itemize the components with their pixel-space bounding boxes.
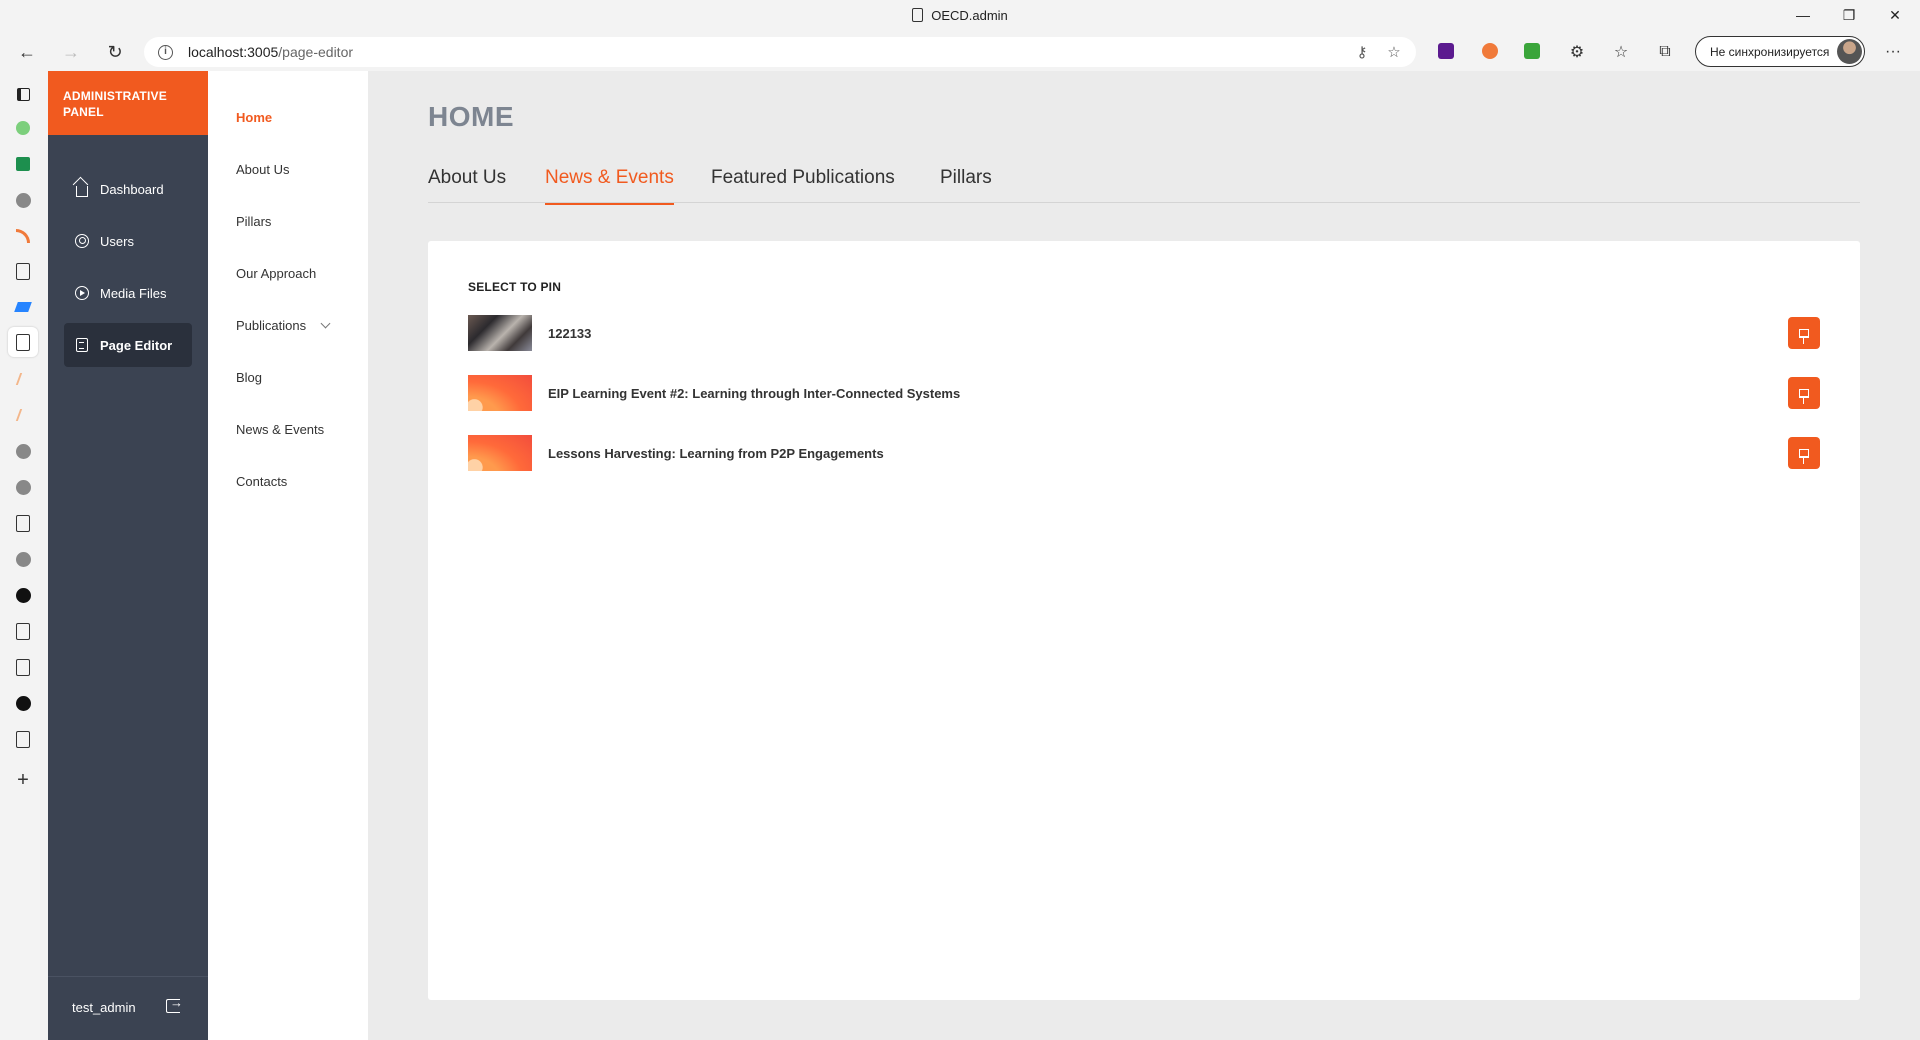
tab-github-icon-4[interactable]: [14, 550, 32, 568]
page-item-our-approach[interactable]: Our Approach: [236, 266, 316, 281]
address-bar[interactable]: i localhost:3005/page-editor ⚷ ☆: [144, 37, 1416, 67]
nav-dashboard[interactable]: Dashboard: [64, 167, 192, 211]
page-item-blog[interactable]: Blog: [236, 370, 262, 385]
page-item-home[interactable]: Home: [236, 110, 272, 125]
page-title: HOME: [428, 101, 514, 132]
pin-button[interactable]: [1788, 317, 1820, 349]
restore-button[interactable]: ❐: [1826, 0, 1872, 30]
tab-github-icon-2[interactable]: [14, 442, 32, 460]
extension-purple-icon[interactable]: [1438, 43, 1454, 59]
item-thumbnail: [468, 375, 532, 411]
tab-actions-icon[interactable]: [14, 85, 32, 103]
profile-sync-button[interactable]: Не синхронизируется: [1695, 36, 1865, 67]
tab-green-globe-icon[interactable]: [14, 119, 32, 137]
favorites-icon[interactable]: ☆: [1606, 38, 1636, 66]
item-title: 122133: [548, 326, 592, 341]
reload-button[interactable]: ↻: [100, 38, 130, 66]
tab-page-icon-5[interactable]: [14, 730, 32, 748]
nav-page-editor[interactable]: Page Editor: [64, 323, 192, 367]
tab-rss-icon[interactable]: [14, 227, 32, 245]
site-info-icon[interactable]: i: [158, 45, 173, 60]
nav-media-files[interactable]: Media Files: [64, 271, 192, 315]
browser-toolbar: ← → ↻ i localhost:3005/page-editor ⚷ ☆ ⚙…: [0, 33, 1920, 71]
list-item: 122133: [468, 315, 1820, 351]
tab-github-icon-3[interactable]: [14, 478, 32, 496]
page-item-about-us[interactable]: About Us: [236, 162, 289, 177]
pin-icon: [1799, 328, 1809, 344]
extension-orange-icon[interactable]: [1482, 43, 1498, 59]
tab-orange-icon-2[interactable]: [14, 406, 32, 424]
pin-button[interactable]: [1788, 377, 1820, 409]
list-item: EIP Learning Event #2: Learning through …: [468, 375, 1820, 411]
item-thumbnail: [468, 435, 532, 471]
page-list: Home About Us Pillars Our Approach Publi…: [208, 71, 368, 1040]
brand-logo: ADMINISTRATIVE PANEL: [48, 71, 208, 135]
pin-icon: [1799, 388, 1809, 404]
section-tabs: About Us News & Events Featured Publicat…: [428, 151, 1860, 205]
favorite-star-icon[interactable]: ☆: [1384, 43, 1404, 61]
more-menu-icon[interactable]: ···: [1878, 38, 1908, 66]
close-window-button[interactable]: ✕: [1872, 0, 1918, 30]
key-icon[interactable]: ⚷: [1352, 43, 1372, 61]
tab-jira-icon[interactable]: [14, 298, 32, 316]
forward-button[interactable]: →: [56, 38, 86, 66]
card-heading: SELECT TO PIN: [468, 280, 562, 294]
tab-page-active-icon[interactable]: [8, 327, 38, 357]
item-title: EIP Learning Event #2: Learning through …: [548, 386, 961, 401]
main-content: HOME About Us News & Events Featured Pub…: [368, 71, 1920, 1040]
user-circle-icon: [74, 233, 90, 249]
admin-user-footer: test_admin: [48, 976, 208, 1040]
tab-news-events[interactable]: News & Events: [545, 167, 674, 205]
tab-github-icon[interactable]: [14, 191, 32, 209]
logout-icon[interactable]: [166, 995, 183, 1013]
page-icon: [912, 8, 924, 22]
pin-card: SELECT TO PIN 122133 EIP Learning Event …: [428, 241, 1860, 1000]
profile-avatar: [1837, 39, 1862, 64]
page-item-news-events[interactable]: News & Events: [236, 422, 324, 437]
item-title: Lessons Harvesting: Learning from P2P En…: [548, 446, 884, 461]
item-thumbnail: [468, 315, 532, 351]
browser-title-bar: OECD.admin — ❐ ✕: [0, 0, 1920, 33]
new-tab-plus-icon[interactable]: +: [14, 769, 32, 791]
collections-icon[interactable]: ⧉: [1650, 38, 1680, 66]
tab-orange-icon[interactable]: [14, 370, 32, 388]
pin-icon: [1799, 448, 1809, 464]
username: test_admin: [72, 1000, 136, 1015]
url-text[interactable]: localhost:3005/page-editor: [188, 44, 353, 60]
play-circle-icon: [74, 285, 90, 301]
tab-page-icon-3[interactable]: [14, 622, 32, 640]
extensions-puzzle-icon[interactable]: ⚙: [1562, 38, 1592, 66]
page-item-contacts[interactable]: Contacts: [236, 474, 287, 489]
page-item-pillars[interactable]: Pillars: [236, 214, 271, 229]
tab-sheets-icon[interactable]: [14, 155, 32, 173]
chevron-down-icon: [320, 318, 331, 329]
pin-button[interactable]: [1788, 437, 1820, 469]
page-item-publications[interactable]: Publications: [236, 318, 331, 333]
tab-page-icon-4[interactable]: [14, 658, 32, 676]
document-icon: [74, 337, 90, 353]
list-item: Lessons Harvesting: Learning from P2P En…: [468, 435, 1820, 471]
home-icon: [74, 181, 90, 197]
tab-github-dark-icon[interactable]: [14, 586, 32, 604]
tab-github-dark-icon-2[interactable]: [14, 694, 32, 712]
extension-green-download-icon[interactable]: [1524, 43, 1540, 59]
tab-pillars[interactable]: Pillars: [940, 167, 992, 203]
minimize-button[interactable]: —: [1780, 0, 1826, 30]
nav-users[interactable]: Users: [64, 219, 192, 263]
tab-featured-publications[interactable]: Featured Publications: [711, 167, 895, 203]
tab-page-icon[interactable]: [14, 262, 32, 280]
browser-vertical-tabs: +: [0, 71, 48, 1040]
window-title: OECD.admin: [0, 8, 1920, 23]
back-button[interactable]: ←: [12, 38, 42, 66]
admin-sidebar: ADMINISTRATIVE PANEL Dashboard Users Med…: [48, 71, 208, 1040]
tab-about-us[interactable]: About Us: [428, 167, 506, 203]
tab-page-icon-2[interactable]: [14, 514, 32, 532]
